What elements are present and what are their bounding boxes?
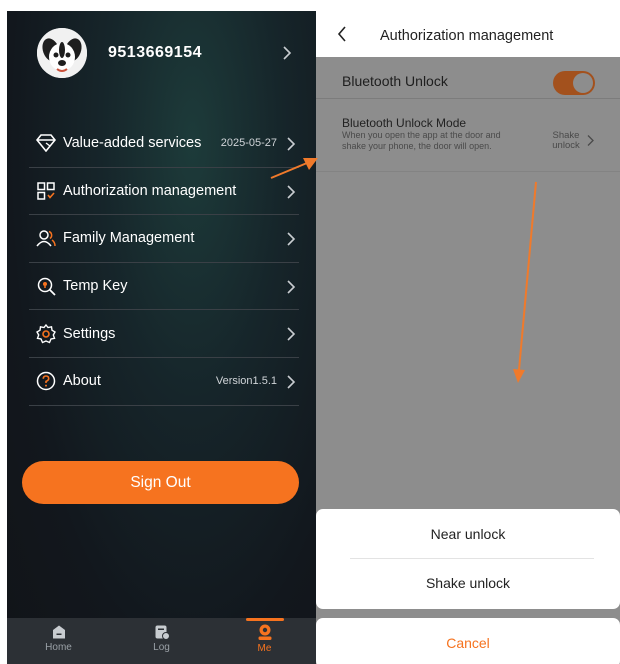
chevron-right-icon: [285, 184, 297, 200]
avatar[interactable]: [37, 28, 87, 78]
dog-avatar-icon: [37, 28, 87, 78]
unlock-mode-description: When you open the app at the door and sh…: [342, 130, 501, 151]
bluetooth-unlock-label: Bluetooth Unlock: [342, 73, 448, 89]
chevron-right-icon: [285, 231, 297, 247]
tab-label: Me: [257, 643, 272, 654]
bluetooth-unlock-toggle[interactable]: [553, 71, 595, 95]
bluetooth-unlock-row: Bluetooth Unlock: [316, 57, 620, 99]
menu-item-label: Value-added services: [63, 135, 202, 152]
toggle-knob: [573, 73, 593, 93]
back-arrow-icon[interactable]: [336, 25, 348, 48]
menu-item-about[interactable]: About Version1.5.1: [29, 358, 299, 406]
tab-me[interactable]: Me: [213, 618, 316, 664]
me-screen: 9513669154 Value-added services 2025-05-…: [7, 11, 316, 664]
menu-item-authorization-management[interactable]: Authorization management: [29, 168, 299, 216]
grid-icon: [35, 180, 57, 202]
menu-item-family-management[interactable]: Family Management: [29, 215, 299, 263]
gear-icon: [35, 323, 57, 345]
diamond-icon: [35, 132, 57, 154]
magnifier-key-icon: [35, 275, 57, 297]
sign-out-button[interactable]: Sign Out: [22, 461, 299, 504]
chevron-right-icon: [586, 134, 595, 152]
nav-header: Authorization management: [316, 11, 620, 57]
person-icon: [258, 624, 271, 640]
shake-unlock-option[interactable]: Shake unlock: [316, 559, 620, 607]
menu-item-settings[interactable]: Settings: [29, 310, 299, 358]
unlock-mode-row[interactable]: Bluetooth Unlock Mode When you open the …: [316, 100, 620, 172]
profile-row[interactable]: 9513669154: [7, 11, 316, 101]
cancel-button[interactable]: Cancel: [316, 618, 620, 664]
unlock-mode-action-sheet: Near unlock Shake unlock: [316, 509, 620, 609]
settings-menu: Value-added services 2025-05-27 Authoriz…: [29, 120, 299, 406]
menu-item-label: Authorization management: [63, 182, 237, 199]
menu-item-label: About: [63, 373, 101, 390]
people-icon: [35, 227, 57, 249]
chevron-right-icon: [281, 45, 293, 61]
chevron-right-icon: [285, 279, 297, 295]
chevron-right-icon: [285, 326, 297, 342]
chevron-right-icon: [285, 136, 297, 152]
tab-home[interactable]: Home: [7, 618, 110, 664]
log-icon: [155, 625, 170, 640]
tab-label: Home: [45, 642, 72, 653]
chevron-right-icon: [285, 374, 297, 390]
unlock-mode-title: Bluetooth Unlock Mode: [342, 116, 467, 130]
expiry-date: 2025-05-27: [220, 137, 277, 150]
tab-log[interactable]: Log: [110, 618, 213, 664]
menu-item-label: Temp Key: [63, 278, 128, 295]
menu-item-value-added-services[interactable]: Value-added services 2025-05-27: [29, 120, 299, 168]
home-icon: [52, 625, 65, 639]
question-icon: [35, 370, 57, 392]
bottom-tab-bar: Home Log Me: [7, 618, 316, 664]
unlock-mode-value: Shake unlock: [552, 130, 580, 151]
tab-label: Log: [153, 642, 170, 653]
page-title: Authorization management: [380, 28, 554, 44]
menu-item-temp-key[interactable]: Temp Key: [29, 263, 299, 311]
menu-item-label: Family Management: [63, 230, 195, 247]
phone-number: 9513669154: [108, 44, 202, 61]
menu-item-label: Settings: [63, 325, 116, 342]
authorization-management-screen: Authorization management Bluetooth Unloc…: [316, 11, 620, 664]
app-version: Version1.5.1: [215, 375, 277, 388]
near-unlock-option[interactable]: Near unlock: [316, 510, 620, 558]
